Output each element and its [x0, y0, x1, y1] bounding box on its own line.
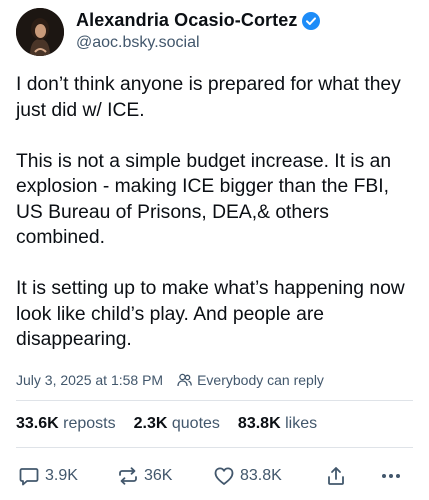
- quotes-stat[interactable]: 2.3K quotes: [134, 415, 220, 433]
- reply-count: 3.9K: [45, 467, 78, 484]
- share-icon: [328, 467, 344, 485]
- repost-button[interactable]: 36K: [117, 460, 172, 492]
- like-button[interactable]: 83.8K: [213, 460, 282, 492]
- divider: [16, 400, 413, 401]
- author-name-row: Alexandria Ocasio-Cortez: [76, 10, 321, 31]
- action-bar: 3.9K 36K 83.8K: [0, 460, 429, 492]
- people-icon: [177, 373, 192, 387]
- post-body: I don’t think anyone is prepared for wha…: [16, 72, 416, 353]
- repost-icon: [119, 467, 137, 485]
- post-meta: July 3, 2025 at 1:58 PM Everybody can re…: [16, 372, 324, 388]
- reposts-label: reposts: [63, 415, 116, 432]
- like-count: 83.8K: [240, 467, 282, 484]
- likes-stat[interactable]: 83.8K likes: [238, 415, 317, 433]
- reposts-count: 33.6K: [16, 415, 59, 432]
- post-paragraph: This is not a simple budget increase. It…: [16, 150, 392, 249]
- likes-label: likes: [285, 415, 318, 432]
- reply-setting-label: Everybody can reply: [197, 372, 324, 388]
- author-handle[interactable]: @aoc.bsky.social: [76, 34, 320, 52]
- more-options-button[interactable]: [380, 460, 407, 492]
- post: Alexandria Ocasio-Cortez @aoc.bsky.socia…: [0, 0, 429, 500]
- engagement-stats: 33.6K reposts 2.3K quotes 83.8K likes: [16, 415, 335, 433]
- repost-count: 36K: [144, 467, 173, 484]
- likes-count: 83.8K: [237, 415, 281, 432]
- ellipsis-icon: [382, 474, 400, 478]
- quotes-label: quotes: [171, 415, 220, 432]
- verified-badge-icon: [302, 11, 321, 30]
- quotes-count: 2.3K: [133, 415, 168, 432]
- reposts-stat[interactable]: 33.6K reposts: [16, 415, 116, 433]
- reply-button[interactable]: 3.9K: [18, 460, 78, 492]
- author-info: Alexandria Ocasio-Cortez @aoc.bsky.socia…: [76, 10, 321, 52]
- divider: [16, 447, 413, 448]
- heart-icon: [214, 467, 234, 485]
- post-paragraph: It is setting up to make what’s happenin…: [16, 278, 405, 350]
- post-timestamp[interactable]: July 3, 2025 at 1:58 PM: [16, 372, 163, 388]
- post-paragraph: I don’t think anyone is prepared for wha…: [16, 74, 401, 121]
- avatar[interactable]: [16, 8, 64, 56]
- reply-setting: Everybody can reply: [177, 372, 324, 388]
- reply-icon: [19, 468, 39, 486]
- share-button[interactable]: [325, 460, 352, 492]
- author-display-name[interactable]: Alexandria Ocasio-Cortez: [76, 10, 297, 31]
